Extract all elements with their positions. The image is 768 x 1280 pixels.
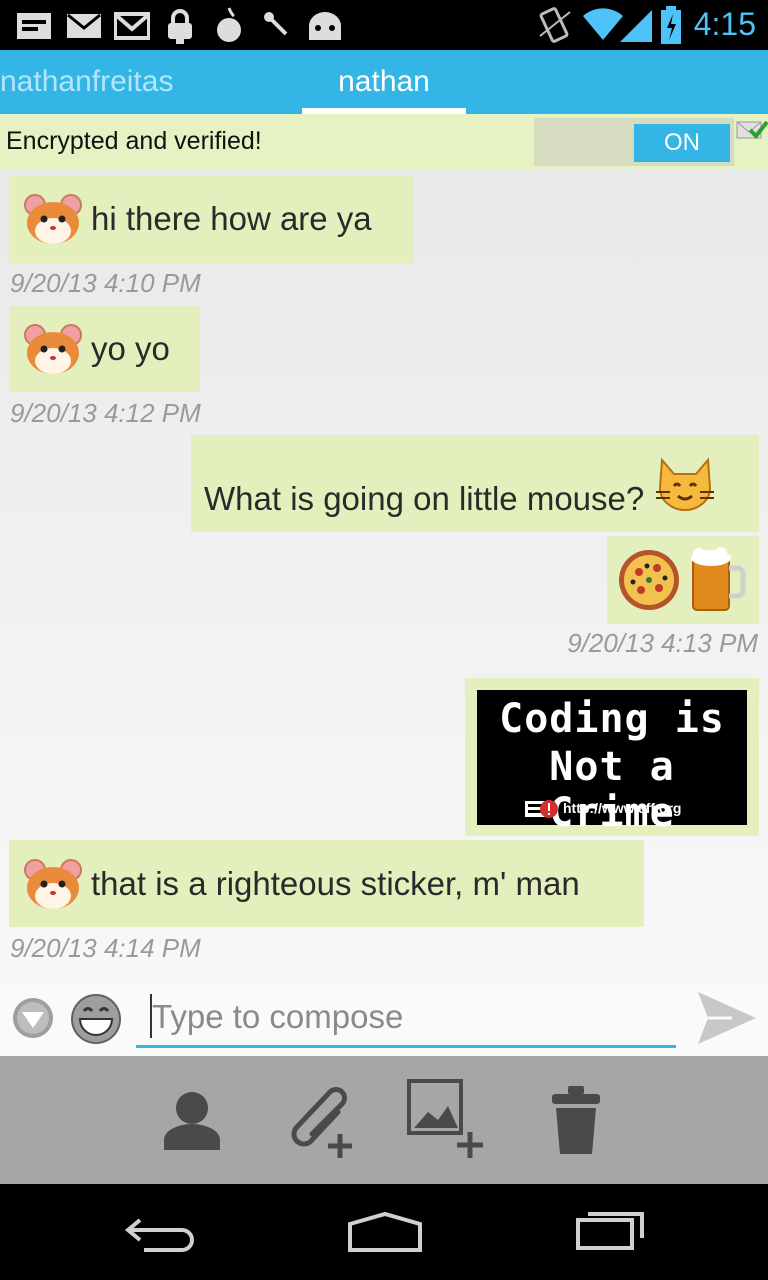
mail-icon: [67, 13, 101, 38]
encryption-banner: Encrypted and verified! ON: [0, 114, 768, 170]
compose-input[interactable]: Type to compose: [136, 990, 676, 1048]
signal-icon: [620, 10, 652, 42]
compose-bar: Type to compose: [0, 990, 768, 1056]
message-text: that is a righteous sticker, m' man: [91, 864, 580, 902]
sticker-line-1: Coding is: [499, 696, 725, 742]
message-bubble-outgoing[interactable]: [607, 536, 759, 624]
message-bubble-incoming[interactable]: yo yo: [9, 306, 200, 392]
message-bubble-incoming[interactable]: hi there how are ya: [9, 175, 414, 263]
cat-icon: [656, 457, 715, 511]
emoji-picker-icon[interactable]: [70, 993, 122, 1045]
android-icon: [309, 12, 341, 40]
message-text: What is going on little mouse?: [204, 479, 645, 517]
trash-icon[interactable]: [550, 1084, 602, 1156]
message-timestamp: 9/20/13 4:14 PM: [10, 933, 201, 963]
beer-icon: [691, 547, 746, 611]
encryption-toggle-on: ON: [634, 124, 730, 162]
sticker-image: Coding is Not a Crime http://www.eff.org: [477, 690, 747, 836]
attach-icon[interactable]: [282, 1082, 358, 1162]
tools-icon: [264, 12, 288, 36]
message-bubble-outgoing[interactable]: Coding is Not a Crime http://www.eff.org: [465, 678, 759, 836]
contact-icon[interactable]: [162, 1088, 222, 1152]
home-icon[interactable]: [346, 1210, 424, 1254]
message-timestamp: 9/20/13 4:13 PM: [567, 628, 758, 658]
verified-mail-icon: [736, 120, 768, 140]
tab-nathan[interactable]: nathan: [302, 50, 466, 114]
hamster-icon: [24, 324, 82, 374]
compose-placeholder: Type to compose: [152, 998, 404, 1035]
battery-icon: [661, 6, 681, 44]
message-timestamp: 9/20/13 4:10 PM: [10, 268, 201, 298]
conversation-tabs: nathanfreitas nathan: [0, 50, 768, 114]
sticker-line-2: Not a Crime: [549, 744, 675, 836]
back-icon[interactable]: [124, 1214, 196, 1254]
encryption-toggle[interactable]: ON: [534, 118, 734, 166]
status-bar: 4:15: [0, 0, 768, 50]
send-icon[interactable]: [696, 990, 758, 1046]
add-image-icon[interactable]: [406, 1078, 490, 1162]
hamster-icon: [24, 194, 82, 244]
tab-nathanfreitas[interactable]: nathanfreitas: [0, 50, 173, 114]
hamster-icon: [24, 858, 82, 909]
message-timestamp: 9/20/13 4:12 PM: [10, 398, 201, 428]
pizza-icon: [619, 550, 679, 610]
gmail-icon: [114, 12, 150, 40]
expand-options-icon[interactable]: [11, 996, 55, 1040]
lock-icon: [168, 9, 192, 44]
message-bubble-outgoing[interactable]: What is going on little mouse?: [191, 435, 759, 532]
message-text: yo yo: [91, 330, 170, 367]
vibrate-icon: [539, 7, 571, 43]
notification-icon: [17, 13, 51, 39]
action-bar: [0, 1056, 768, 1184]
recent-apps-icon[interactable]: [574, 1208, 646, 1252]
message-bubble-incoming[interactable]: that is a righteous sticker, m' man: [9, 840, 644, 927]
sticker-url: http://www.eff.org: [563, 800, 682, 816]
eff-logo-icon: [525, 800, 558, 818]
message-text: hi there how are ya: [91, 200, 372, 237]
onion-icon: [217, 7, 241, 42]
encryption-status-label: Encrypted and verified!: [6, 127, 262, 155]
message-list: hi there how are ya 9/20/13 4:10 PM yo y…: [0, 170, 768, 990]
navigation-bar: [0, 1184, 768, 1280]
status-clock: 4:15: [693, 6, 756, 42]
